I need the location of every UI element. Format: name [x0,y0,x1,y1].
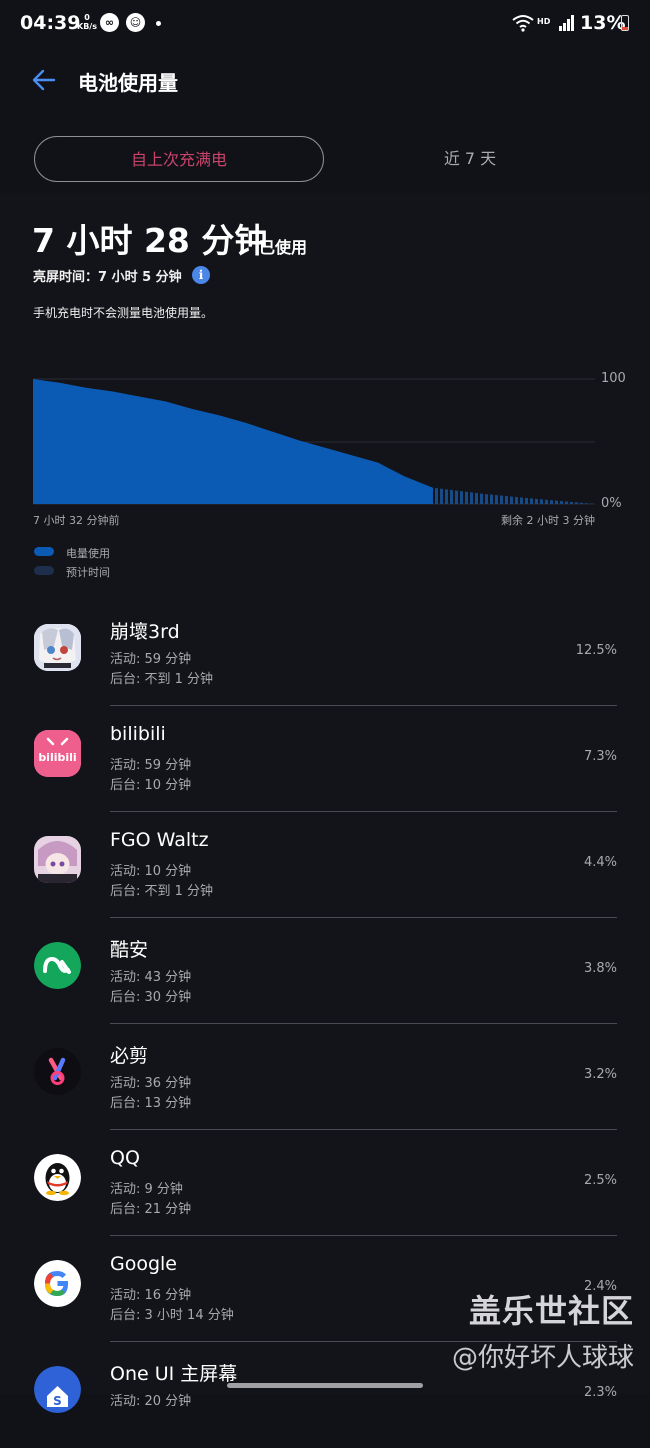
google-icon [34,1260,81,1307]
net-speed-value: 0 [84,13,90,22]
page-title: 电池使用量 [78,71,178,95]
usage-duration: 7 小时 28 分钟 [32,221,268,260]
app-active-time: 活动: 59 分钟 [110,652,192,667]
app-background-time: 后台: 不到 1 分钟 [110,884,214,899]
net-speed-unit: KB/s [77,22,97,31]
signal-icon [559,15,574,31]
legend-swatch-predicted [34,566,54,575]
honkai-impact-icon [34,624,81,671]
app-usage-percent: 2.3% [583,1385,617,1400]
battery-level: 13% [580,12,626,34]
coolapk-notification-icon: ∞ [100,13,119,32]
app-usage-percent: 2.5% [583,1173,617,1188]
bicut-icon [34,1048,81,1095]
more-notifications-icon [156,21,161,26]
app-name: One UI 主屏幕 [110,1363,238,1385]
x-end-label: 剩余 2 小时 3 分钟 [501,514,595,527]
app-row-qq[interactable]: QQ 活动: 9 分钟 后台: 21 分钟 2.5% [0,1130,650,1236]
app-row-coolapk[interactable]: 酷安 活动: 43 分钟 后台: 30 分钟 3.8% [0,918,650,1024]
bilibili-icon: bilibili [34,730,81,777]
app-name: FGO Waltz [110,829,209,851]
app-background-time: 后台: 21 分钟 [110,1202,192,1217]
sync-notification-icon: ☺ [126,13,145,32]
app-name: QQ [110,1147,140,1169]
app-usage-percent: 3.8% [583,961,617,976]
app-background-time: 后台: 10 分钟 [110,778,192,793]
battery-icon [621,15,629,31]
tab-last-7-days[interactable]: 近 7 天 [325,136,615,182]
app-background-time: 后台: 13 分钟 [110,1096,192,1111]
y-tick-100: 100 [601,371,626,386]
coolapk-icon [34,942,81,989]
app-row-bicut[interactable]: 必剪 活动: 36 分钟 后台: 13 分钟 3.2% [0,1024,650,1130]
wifi-icon [512,15,534,32]
app-usage-percent: 12.5% [575,643,617,658]
x-start-label: 7 小时 32 分钟前 [33,514,120,527]
usage-suffix: 已使用 [259,238,308,257]
app-background-time: 后台: 30 分钟 [110,990,192,1005]
legend-swatch-used [34,547,54,556]
app-active-time: 活动: 59 分钟 [110,758,192,773]
app-usage-percent: 3.2% [583,1067,617,1082]
app-name: 必剪 [110,1045,149,1067]
watermark-community: 盖乐世社区 [468,1292,634,1330]
app-row-honkai[interactable]: 崩壞3rd 活动: 59 分钟 后台: 不到 1 分钟 12.5% [0,600,650,706]
net-speed: 0 KB/s [77,13,97,31]
app-name: 酷安 [110,939,149,961]
app-name: bilibili [110,723,166,745]
legend-predicted-label: 预计时间 [66,566,110,579]
y-tick-0: 0% [601,496,622,511]
period-tabs: 自上次充满电 近 7 天 [0,128,650,190]
app-active-time: 活动: 20 分钟 [110,1394,192,1409]
app-name: Google [110,1253,178,1275]
bilibili-icon-text: bilibili [38,751,76,764]
legend-used-label: 电量使用 [66,547,110,560]
app-row-bilibili[interactable]: bilibili bilibili 活动: 59 分钟 后台: 10 分钟 7.… [0,706,650,812]
gesture-bar[interactable] [227,1383,423,1388]
app-active-time: 活动: 43 分钟 [110,970,192,985]
battery-chart: 100 0% 7 小时 32 分钟前 剩余 2 小时 3 分钟 [30,365,630,527]
app-usage-percent: 4.4% [583,855,617,870]
tab-since-full-charge[interactable]: 自上次充满电 [34,136,324,182]
info-icon[interactable]: i [192,266,210,284]
app-usage-percent: 7.3% [583,749,617,764]
battery-chart-svg [33,378,595,505]
app-row-fgo-waltz[interactable]: FGO Waltz 活动: 10 分钟 后台: 不到 1 分钟 4.4% [0,812,650,918]
network-type-label: HD [537,17,551,26]
one-ui-home-icon: S [34,1366,81,1413]
app-active-time: 活动: 36 分钟 [110,1076,192,1091]
status-time: 04:39 [20,12,81,34]
predicted-area [432,487,595,504]
top-app-bar: 电池使用量 [0,55,650,105]
app-background-time: 后台: 不到 1 分钟 [110,672,214,687]
qq-penguin-icon [34,1154,81,1201]
watermark-author: @你好坏人球球 [451,1343,634,1373]
app-active-time: 活动: 16 分钟 [110,1288,192,1303]
app-active-time: 活动: 10 分钟 [110,864,192,879]
svg-text:S: S [53,1394,62,1408]
app-name: 崩壞3rd [110,621,180,643]
screen-on-time: 亮屏时间：7 小时 5 分钟 [33,270,182,285]
app-background-time: 后台: 3 小时 14 分钟 [110,1308,234,1323]
fgo-waltz-icon [34,836,81,883]
status-bar: 04:39 0 KB/s ∞ ☺ HD 13% [0,0,650,50]
back-arrow-icon[interactable] [31,67,57,93]
charging-note: 手机充电时不会测量电池使用量。 [33,306,214,320]
app-active-time: 活动: 9 分钟 [110,1182,183,1197]
